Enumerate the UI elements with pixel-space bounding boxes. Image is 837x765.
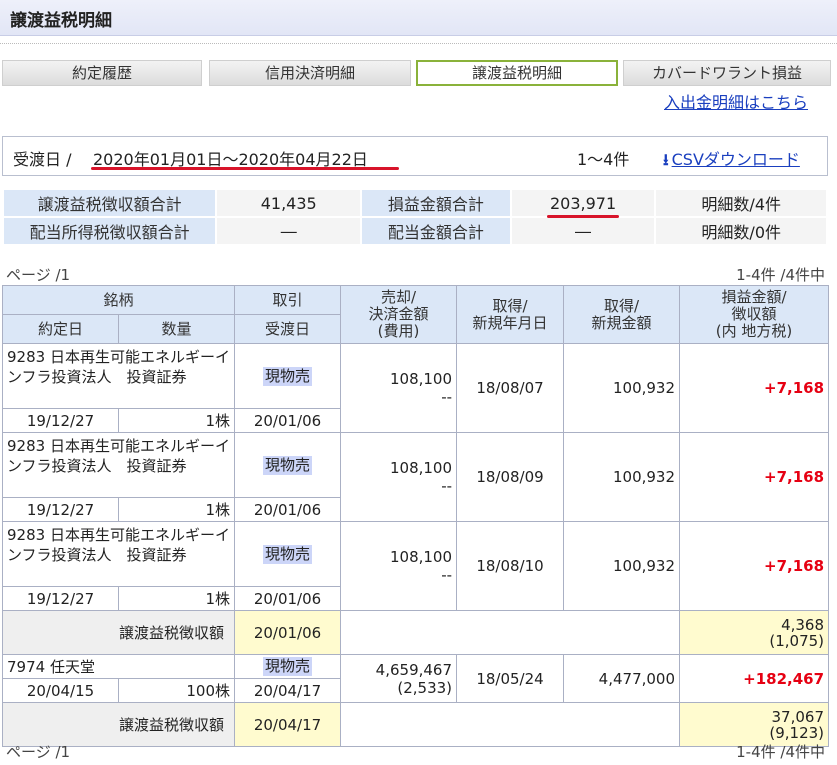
tax-date: 20/04/17 [234,702,342,747]
profit-loss: +7,168 [679,521,830,611]
sale-fee: -- [441,477,453,495]
result-count: 1〜4件 [577,150,630,169]
exec-date: 20/04/15 [2,678,119,703]
profit-loss: +7,168 [679,432,830,522]
tab-joto-zei[interactable]: 譲渡益税明細 [416,60,618,86]
detail-table: 銘柄 取引 売却/ 決済金額 (費用) 取得/ 新規年月日 取得/ 新規金額 損… [1,285,830,747]
tax-local-amount: (9,123) [769,723,825,742]
date-filter: 受渡日 / 2020年01月01日〜2020年04月22日 1〜4件 ⭳ CSVダ… [2,136,828,176]
summary-label: 配当所得税徴収額合計 [1,216,218,246]
profit-loss: +182,467 [679,654,830,703]
settle-date: 20/01/06 [234,408,342,433]
header-shutoku-amt: 取得/ 新規金額 [563,285,681,344]
table-row: 9283 日本再生可能エネルギーインフラ投資法人 投資証券 現物売 108,10… [1,343,830,433]
quantity: 1株 [117,408,236,433]
acq-amount: 100,932 [563,521,681,611]
summary-label: 譲渡益税徴収額合計 [1,188,218,218]
deposit-history-link[interactable]: 入出金明細はこちら [664,89,808,113]
summary-value: ― [215,216,363,246]
divider [0,43,837,44]
stock-name[interactable]: 9283 日本再生可能エネルギーインフラ投資法人 投資証券 [1,432,236,498]
header-soneki: 損益金額/ 徴収額 (内 地方税) [679,285,830,344]
acq-date: 18/05/24 [456,654,565,703]
pager-top-left: ページ /1 [6,266,71,284]
exec-date: 19/12/27 [2,408,119,433]
header-baikyaku: 売却/ 決済金額 (費用) [340,285,458,344]
page-title: 譲渡益税明細 [0,0,837,36]
acq-amount: 100,932 [563,432,681,522]
tax-row: 譲渡益税徴収額 20/01/06 4,368 (1,075) [1,610,830,655]
stock-name[interactable]: 9283 日本再生可能エネルギーインフラ投資法人 投資証券 [1,343,236,409]
tab-covered-warrant[interactable]: カバードワラント損益 [623,60,831,86]
tab-yakujo-rireki[interactable]: 約定履歴 [2,60,202,86]
header-ukewatashi: 受渡日 [234,314,342,344]
tax-amount: 37,067 [771,707,825,726]
summary-value: 203,971 [509,188,657,218]
profit-loss: +7,168 [679,343,830,433]
quantity: 1株 [117,497,236,522]
exec-date: 19/12/27 [2,586,119,611]
settle-date: 20/01/06 [234,586,342,611]
table-row: 9283 日本再生可能エネルギーインフラ投資法人 投資証券 現物売 108,10… [1,432,830,522]
settle-date: 20/04/17 [234,678,342,703]
pager-bottom-right: 1-4件 /4件中 [736,743,825,761]
summary-value: 41,435 [215,188,363,218]
summary-label: 配当金額合計 [360,216,512,246]
tax-amount: 4,368 [781,615,825,634]
trade-type: 現物売 [263,455,313,475]
stock-name[interactable]: 9283 日本再生可能エネルギーインフラ投資法人 投資証券 [1,521,236,587]
tax-label: 譲渡益税徴収額 [1,610,236,655]
summary-value: ― [509,216,657,246]
summary-label: 損益金額合計 [360,188,512,218]
header-torihiki: 取引 [234,285,342,315]
summary-count: 明細数/4件 [654,188,828,218]
sale-fee: -- [441,388,453,406]
header-yakujo: 約定日 [2,314,119,344]
trade-type: 現物売 [263,544,313,564]
download-arrow-icon: ⭳ [663,150,669,169]
csv-download-link[interactable]: ⭳ CSVダウンロード [663,146,800,176]
table-row: 9283 日本再生可能エネルギーインフラ投資法人 投資証券 現物売 108,10… [1,521,830,611]
sale-amount: 4,659,467 [375,660,453,679]
tax-local-amount: (1,075) [769,631,825,650]
tab-shinyo-kessai[interactable]: 信用決済明細 [209,60,411,86]
tax-date: 20/01/06 [234,610,342,655]
tax-label: 譲渡益税徴収額 [1,702,236,747]
stock-name[interactable]: 7974 任天堂 [1,654,236,679]
acq-amount: 4,477,000 [563,654,681,703]
table-row: 7974 任天堂 現物売 4,659,467 (2,533) 18/05/24 4… [1,654,830,703]
header-suryo: 数量 [117,314,236,344]
sale-fee: (2,533) [397,678,453,697]
sale-amount: 108,100 [389,370,453,388]
acq-date: 18/08/10 [456,521,565,611]
exec-date: 19/12/27 [2,497,119,522]
tax-row: 譲渡益税徴収額 20/04/17 37,067 (9,123) [1,702,830,747]
sale-amount: 108,100 [389,459,453,477]
pl-total-value: 203,971 [546,193,620,218]
pager-bottom-left: ページ /1 [6,743,71,761]
acq-date: 18/08/09 [456,432,565,522]
trade-type: 現物売 [263,366,313,386]
settle-date: 20/01/06 [234,497,342,522]
acq-amount: 100,932 [563,343,681,433]
trade-type: 現物売 [263,657,313,676]
summary-count: 明細数/0件 [654,216,828,246]
summary-table: 譲渡益税徴収額合計 41,435 損益金額合計 203,971 明細数/4件 配… [1,188,828,246]
pager-top-right: 1-4件 /4件中 [736,266,825,284]
tab-bar: 約定履歴 信用決済明細 譲渡益税明細 カバードワラント損益 [2,60,835,86]
date-filter-label: 受渡日 / [13,150,72,169]
quantity: 100株 [117,678,236,703]
header-meigara: 銘柄 [1,285,236,315]
red-underline [91,167,399,170]
sale-fee: -- [441,566,453,584]
quantity: 1株 [117,586,236,611]
sale-amount: 108,100 [389,548,453,566]
header-shutoku-date: 取得/ 新規年月日 [456,285,565,344]
csv-download-label: CSVダウンロード [671,150,800,169]
acq-date: 18/08/07 [456,343,565,433]
